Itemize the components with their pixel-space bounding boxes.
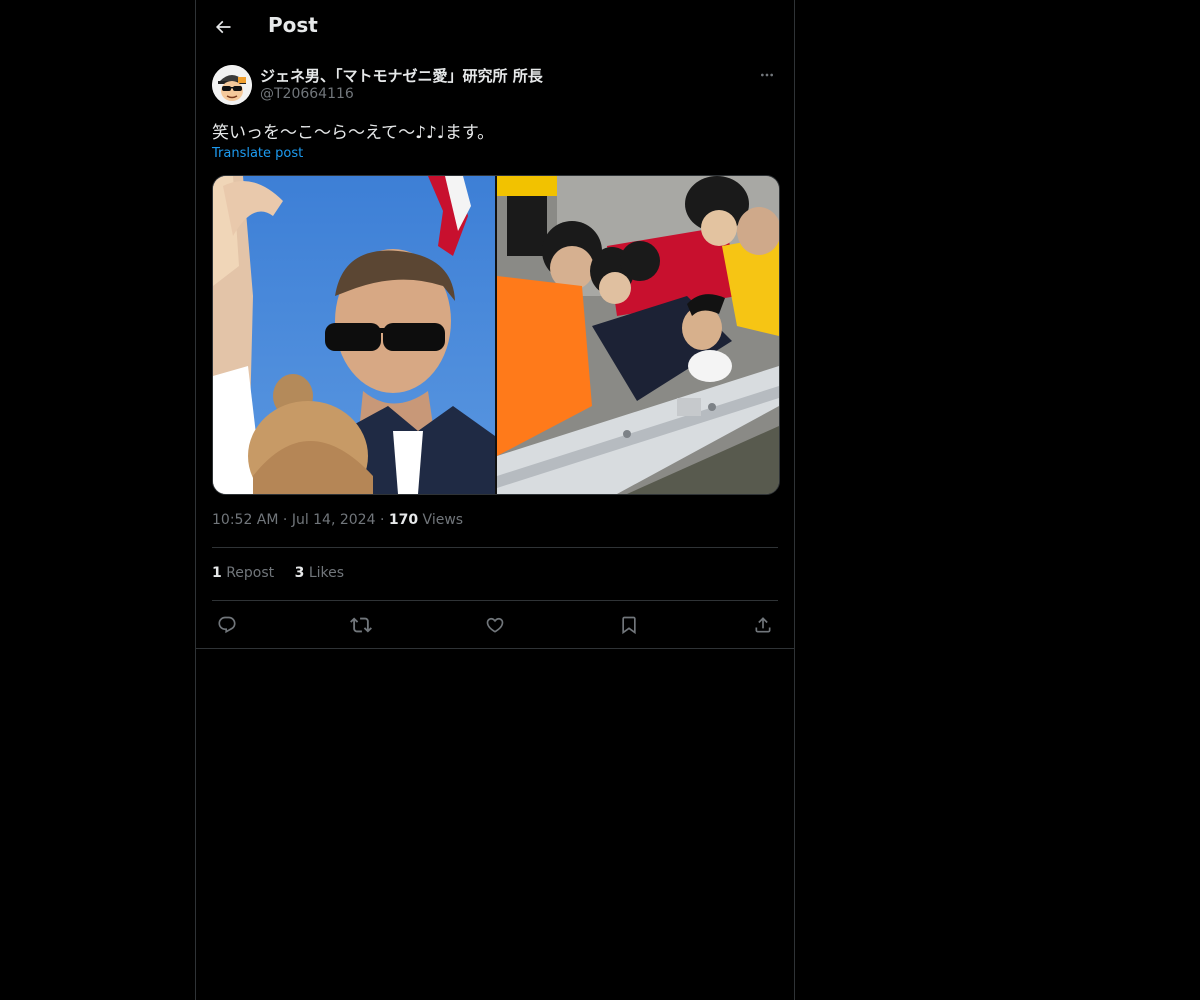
page-header: Post bbox=[196, 0, 794, 54]
post-column: Post ジェネ男、「マトモナゼニ愛」研究所 所長 @T20664116 笑いっ… bbox=[195, 0, 795, 1000]
post-text: 笑いっを〜こ〜ら〜えて〜♪♪♩ます。 bbox=[212, 123, 495, 143]
post-actions bbox=[212, 610, 778, 640]
meta-separator: · bbox=[282, 512, 292, 528]
repost-icon bbox=[350, 614, 372, 636]
post-media bbox=[212, 175, 780, 495]
more-horizontal-icon bbox=[759, 67, 775, 83]
bookmark-icon bbox=[619, 615, 639, 635]
reposts-label: Repost bbox=[226, 565, 275, 581]
like-icon bbox=[485, 615, 505, 635]
author-handle[interactable]: @T20664116 bbox=[260, 86, 354, 102]
author-display-name[interactable]: ジェネ男、「マトモナゼニ愛」研究所 所長 bbox=[260, 65, 543, 86]
reposts-count: 1 bbox=[212, 565, 222, 581]
post-meta: 10:52 AM · Jul 14, 2024 · 170 Views bbox=[212, 512, 463, 528]
repost-button[interactable] bbox=[346, 610, 376, 640]
views-label: Views bbox=[422, 512, 464, 528]
reply-icon bbox=[217, 615, 237, 635]
media-photo-left[interactable] bbox=[213, 176, 495, 494]
likes-count: 3 bbox=[294, 565, 305, 581]
likes-stat[interactable]: 3 Likes bbox=[295, 565, 344, 581]
reposts-stat[interactable]: 1 Repost bbox=[212, 565, 279, 581]
divider bbox=[196, 648, 794, 649]
divider bbox=[212, 600, 778, 601]
arrow-left-icon bbox=[213, 17, 233, 37]
back-button[interactable] bbox=[206, 10, 240, 44]
views-count: 170 bbox=[388, 512, 419, 528]
media-photo-right[interactable] bbox=[497, 176, 779, 494]
translate-post-link[interactable]: Translate post bbox=[212, 146, 303, 161]
post-time[interactable]: 10:52 AM bbox=[212, 512, 278, 528]
meta-separator: · bbox=[379, 512, 389, 528]
likes-label: Likes bbox=[308, 565, 345, 581]
avatar[interactable] bbox=[212, 65, 252, 105]
post-stats: 1 Repost 3 Likes bbox=[212, 565, 360, 581]
divider bbox=[212, 547, 778, 548]
bookmark-button[interactable] bbox=[614, 610, 644, 640]
share-icon bbox=[753, 615, 773, 635]
page-title: Post bbox=[268, 13, 318, 37]
like-button[interactable] bbox=[480, 610, 510, 640]
reply-button[interactable] bbox=[212, 610, 242, 640]
post-date[interactable]: Jul 14, 2024 bbox=[292, 512, 376, 528]
post-author: ジェネ男、「マトモナゼニ愛」研究所 所長 @T20664116 bbox=[212, 64, 778, 108]
more-options-button[interactable] bbox=[756, 64, 778, 86]
share-button[interactable] bbox=[748, 610, 778, 640]
